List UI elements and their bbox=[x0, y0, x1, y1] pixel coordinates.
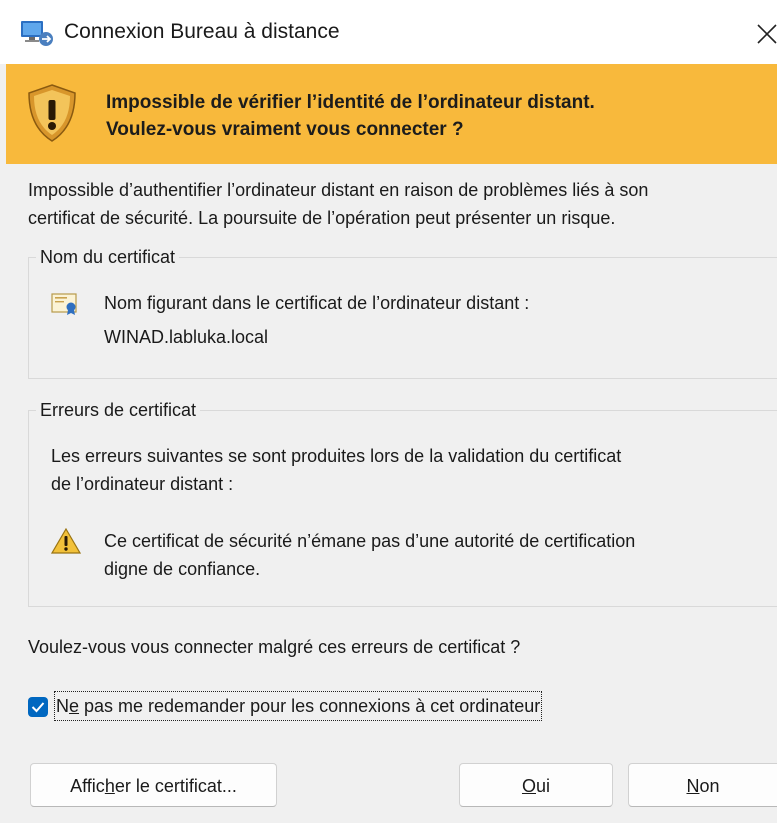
certificate-name-label: Nom figurant dans le certificat de l’ord… bbox=[104, 293, 530, 313]
banner-heading: Impossible de vérifier l’identité de l’o… bbox=[106, 89, 595, 143]
window-title: Connexion Bureau à distance bbox=[64, 20, 340, 43]
certificate-errors-legend: Erreurs de certificat bbox=[36, 398, 201, 422]
check-label-mnemonic: e bbox=[69, 696, 80, 716]
banner-line-1: Impossible de vérifier l’identité de l’o… bbox=[106, 92, 595, 113]
errors-intro-line-1: Les erreurs suivantes se sont produites … bbox=[51, 446, 622, 466]
error-item-line-2: digne de confiance. bbox=[104, 559, 261, 579]
banner-line-2: Voulez-vous vraiment vous connecter ? bbox=[106, 119, 464, 140]
close-icon[interactable] bbox=[748, 16, 777, 48]
certificate-name-legend: Nom du certificat bbox=[36, 245, 180, 269]
connect-question: Voulez-vous vous connecter malgré ces er… bbox=[28, 637, 521, 657]
certificate-errors-intro: Les erreurs suivantes se sont produites … bbox=[51, 442, 751, 498]
check-label-end: pas me redemander pour les connexions à … bbox=[79, 696, 541, 716]
yes-label-end: ui bbox=[536, 776, 551, 796]
certificate-name-group: Nom du certificat Nom figurant dans le c… bbox=[28, 245, 777, 379]
intro-line-2: certificat de sécurité. La poursuite de … bbox=[28, 208, 616, 228]
no-label-end: on bbox=[699, 776, 720, 796]
intro-text: Impossible d’authentifier l’ordinateur d… bbox=[28, 176, 777, 232]
no-button[interactable]: Non bbox=[628, 763, 777, 807]
error-item-line-1: Ce certificat de sécurité n’émane pas d’… bbox=[104, 531, 636, 551]
check-label-start: N bbox=[56, 696, 69, 716]
view-label-start: Affic bbox=[70, 776, 105, 796]
warning-shield-icon bbox=[28, 84, 76, 142]
warning-banner: Impossible de vérifier l’identité de l’o… bbox=[6, 64, 777, 164]
title-bar: Connexion Bureau à distance bbox=[0, 0, 777, 64]
dont-ask-again-checkbox[interactable] bbox=[28, 697, 48, 717]
certificate-icon bbox=[51, 293, 77, 315]
no-label-mnemonic: N bbox=[686, 776, 700, 796]
certificate-errors-group: Erreurs de certificat Les erreurs suivan… bbox=[28, 398, 777, 607]
dont-ask-again-label[interactable]: Ne pas me redemander pour les connexions… bbox=[53, 691, 543, 721]
errors-intro-line-2: de l’ordinateur distant : bbox=[51, 474, 234, 494]
certificate-name-value: WINAD.labluka.local bbox=[104, 327, 269, 347]
yes-label-mnemonic: O bbox=[521, 776, 536, 796]
intro-line-1: Impossible d’authentifier l’ordinateur d… bbox=[28, 180, 649, 200]
view-label-mnemonic: h bbox=[104, 776, 115, 796]
certificate-error-item: Ce certificat de sécurité n’émane pas d’… bbox=[104, 527, 764, 583]
yes-button[interactable]: Oui bbox=[459, 763, 613, 807]
remote-desktop-icon bbox=[21, 21, 53, 46]
view-certificate-button[interactable]: Afficher le certificat... bbox=[30, 763, 277, 807]
view-label-end: er le certificat... bbox=[114, 776, 237, 796]
warning-icon bbox=[51, 528, 81, 554]
checkmark-icon bbox=[31, 702, 45, 713]
